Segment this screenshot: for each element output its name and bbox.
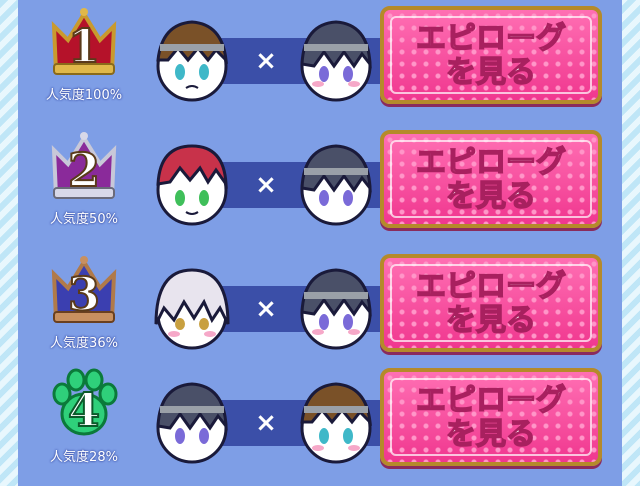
- rank-number: 4: [67, 383, 101, 437]
- popularity-label: 人気度36%: [50, 336, 118, 351]
- rank-badge: 3 人気度36%: [34, 254, 134, 364]
- ranking-row-2: 2 人気度50% × エピローグ を見る: [18, 124, 622, 246]
- button-label: エピローグ を見る: [384, 21, 598, 91]
- rank-badge: 4 人気度28%: [34, 368, 134, 478]
- button-label-line1: エピローグ: [415, 145, 567, 181]
- white-haired-boy-avatar: [150, 262, 234, 354]
- view-epilogue-button[interactable]: エピローグ を見る: [380, 368, 602, 466]
- ranking-row-4: 4 人気度28% × エピローグ を見る: [18, 362, 622, 484]
- button-label-line1: エピローグ: [415, 269, 567, 305]
- rank-number: 2: [67, 143, 101, 197]
- ranking-panel: 1 人気度100% × エピローグ を見る 2 人気度50% × エピローグ を…: [18, 0, 622, 486]
- button-label-line2: を見る: [445, 179, 537, 215]
- pair-separator: ×: [255, 294, 277, 324]
- pair-separator: ×: [255, 408, 277, 438]
- view-epilogue-button[interactable]: エピローグ を見る: [380, 254, 602, 352]
- view-epilogue-button[interactable]: エピローグ を見る: [380, 6, 602, 104]
- rank-number: 3: [67, 267, 101, 321]
- rank-number: 1: [67, 19, 101, 73]
- ranking-row-1: 1 人気度100% × エピローグ を見る: [18, 0, 622, 122]
- dark-haired-boy-avatar: [150, 376, 234, 468]
- button-label-line1: エピローグ: [415, 21, 567, 57]
- popularity-label: 人気度50%: [50, 212, 118, 227]
- pair-separator: ×: [255, 46, 277, 76]
- rank-badge: 1 人気度100%: [34, 6, 134, 116]
- button-label: エピローグ を見る: [384, 383, 598, 453]
- ranking-row-3: 3 人気度36% × エピローグ を見る: [18, 248, 622, 370]
- pair-separator: ×: [255, 170, 277, 200]
- button-label-line2: を見る: [445, 55, 537, 91]
- popularity-label: 人気度28%: [50, 450, 118, 465]
- popularity-label: 人気度100%: [45, 88, 123, 103]
- brown-haired-boy-avatar: [294, 376, 378, 468]
- button-label-line2: を見る: [445, 417, 537, 453]
- button-label-line2: を見る: [445, 303, 537, 339]
- red-haired-boy-avatar: [150, 138, 234, 230]
- button-label: エピローグ を見る: [384, 269, 598, 339]
- button-label-line1: エピローグ: [415, 383, 567, 419]
- button-label: エピローグ を見る: [384, 145, 598, 215]
- brown-haired-boy-avatar: [150, 14, 234, 106]
- rank-badge: 2 人気度50%: [34, 130, 134, 240]
- dark-haired-boy-avatar: [294, 138, 378, 230]
- dark-haired-boy-avatar: [294, 14, 378, 106]
- view-epilogue-button[interactable]: エピローグ を見る: [380, 130, 602, 228]
- dark-haired-boy-avatar: [294, 262, 378, 354]
